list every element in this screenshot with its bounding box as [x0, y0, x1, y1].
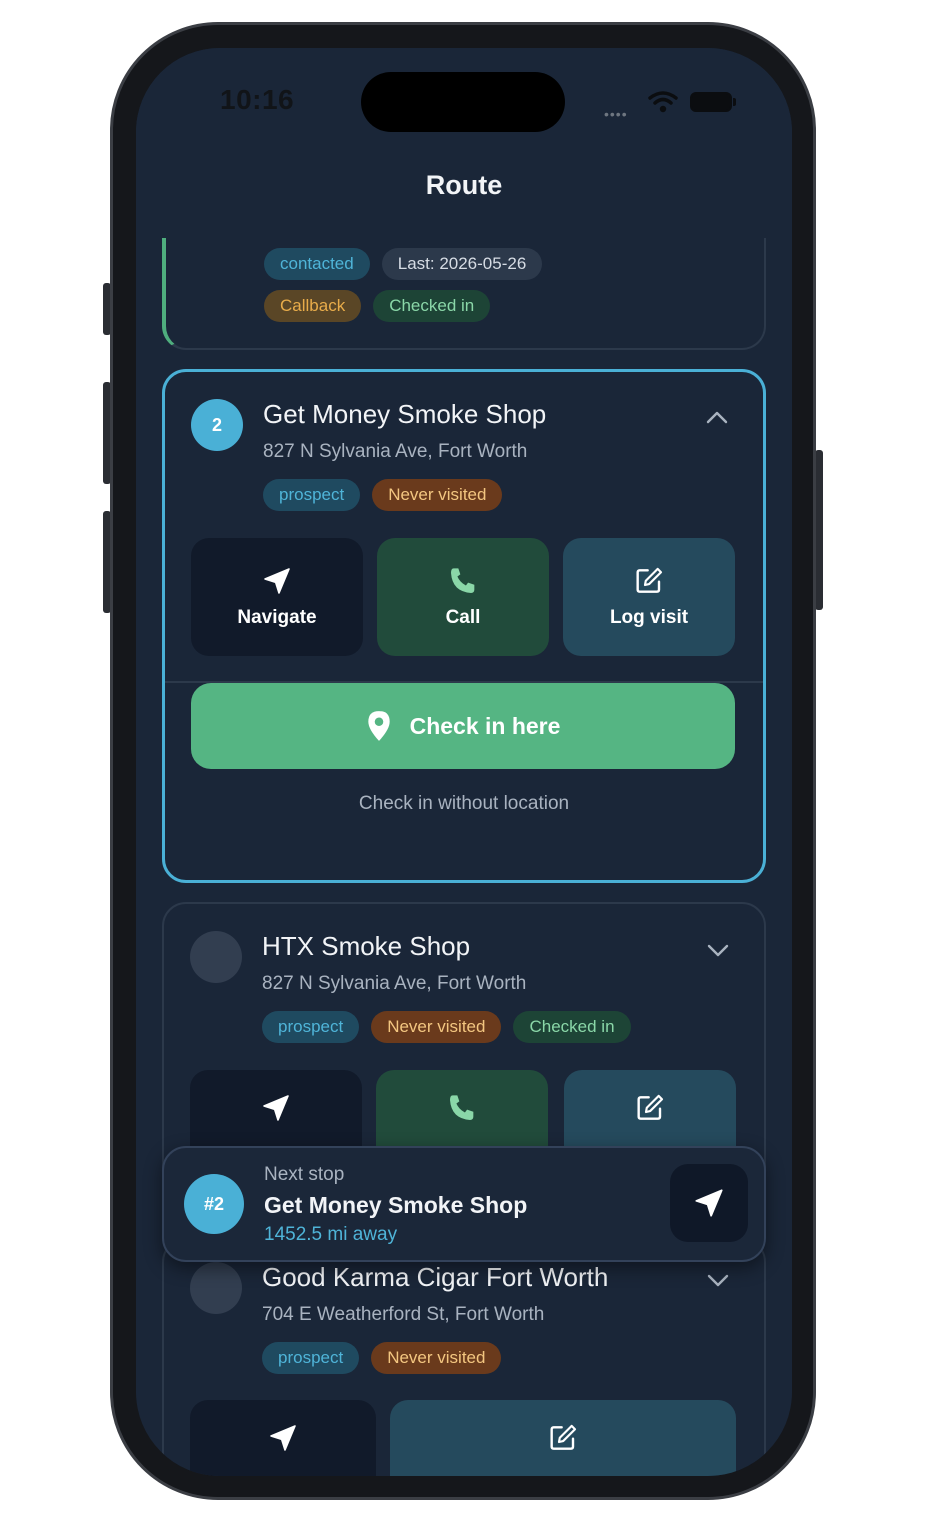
navigate-label: Navigate	[237, 607, 317, 628]
log-visit-label: Log visit	[609, 607, 689, 628]
callback-badge: Callback	[264, 290, 362, 322]
power-button	[815, 450, 823, 610]
stop-name: Good Karma Cigar Fort Worth	[262, 1262, 609, 1292]
battery-tip	[733, 98, 736, 106]
status-time: 10:16	[220, 84, 295, 115]
never-visited-badge: Never visited	[372, 479, 503, 511]
route-stop-card-active[interactable]: 2 Get Money Smoke Shop 827 N Sylvania Av…	[162, 369, 766, 883]
checked-in-badge: Checked in	[513, 1011, 631, 1043]
badge-row: prospect Never visited	[262, 1342, 502, 1374]
app-header: 10:16 •••• Route	[136, 48, 792, 238]
log-visit-button[interactable]	[390, 1400, 736, 1476]
wifi-icon	[648, 91, 678, 113]
battery-icon	[690, 92, 732, 112]
call-button[interactable]: Call	[377, 538, 549, 656]
stop-name: Get Money Smoke Shop	[263, 399, 547, 429]
check-in-without-location-link[interactable]: Check in without location	[165, 793, 763, 815]
edit-icon	[550, 1424, 577, 1450]
stop-address: 704 E Weatherford St, Fort Worth	[262, 1304, 545, 1325]
edit-icon	[637, 1094, 664, 1120]
last-visit-badge: Last: 2026-05-26	[381, 248, 543, 280]
stop-address: 827 N Sylvania Ave, Fort Worth	[263, 441, 528, 462]
navigation-arrow-icon	[270, 1425, 296, 1451]
prospect-badge: prospect	[262, 1011, 360, 1043]
chevron-up-icon[interactable]	[705, 406, 729, 430]
checked-in-badge: Checked in	[373, 290, 491, 322]
route-stop-card[interactable]: Good Karma Cigar Fort Worth 704 E Weathe…	[162, 1238, 766, 1476]
next-stop-name: Get Money Smoke Shop	[264, 1192, 528, 1218]
navigation-arrow-icon	[695, 1189, 723, 1217]
navigation-arrow-icon	[263, 1095, 289, 1121]
edit-icon	[636, 567, 663, 593]
dynamic-island	[361, 72, 565, 132]
never-visited-badge: Never visited	[371, 1011, 502, 1043]
badge-row: contacted Last: 2026-05-26	[264, 248, 543, 280]
log-visit-button[interactable]: Log visit	[563, 538, 735, 656]
next-stop-label: Next stop	[264, 1164, 345, 1185]
navigation-arrow-icon	[264, 568, 290, 594]
navigate-button[interactable]	[190, 1400, 376, 1476]
phone-icon	[451, 568, 475, 593]
chevron-down-icon[interactable]	[706, 1268, 730, 1292]
prospect-badge: prospect	[263, 479, 361, 511]
app-screen: 10:16 •••• Route contacted Last: 2026-05…	[136, 48, 792, 1476]
page-title: Route	[425, 170, 503, 200]
never-visited-badge: Never visited	[371, 1342, 502, 1374]
badge-row: Callback Checked in	[264, 290, 491, 322]
next-stop-banner[interactable]: #2 Next stop Get Money Smoke Shop 1452.5…	[162, 1146, 766, 1262]
check-in-label: Check in here	[409, 712, 561, 739]
navigate-button[interactable]: Navigate	[191, 538, 363, 656]
call-label: Call	[445, 607, 481, 628]
badge-row: prospect Never visited	[263, 479, 503, 511]
next-stop-distance: 1452.5 mi away	[264, 1224, 398, 1245]
status-badge: contacted	[264, 248, 370, 280]
badge-row: prospect Never visited Checked in	[262, 1011, 631, 1043]
stop-number: 2	[191, 399, 243, 451]
stop-number-placeholder	[190, 931, 242, 983]
prospect-badge: prospect	[262, 1342, 360, 1374]
phone-icon	[450, 1095, 474, 1120]
stop-name: HTX Smoke Shop	[262, 931, 471, 961]
check-in-button[interactable]: Check in here	[191, 683, 735, 769]
next-stop-navigate-button[interactable]	[670, 1164, 748, 1242]
next-stop-number: #2	[184, 1174, 244, 1234]
map-pin-icon	[367, 711, 390, 741]
stop-address: 827 N Sylvania Ave, Fort Worth	[262, 973, 527, 994]
signal-icon: ••••	[604, 106, 628, 122]
chevron-down-icon[interactable]	[706, 938, 730, 962]
stop-number-placeholder	[190, 1262, 242, 1314]
